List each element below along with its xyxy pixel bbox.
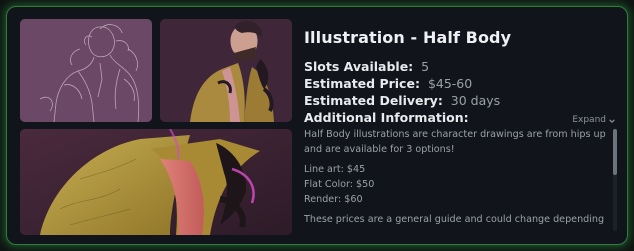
additional-info-header: Additional Information: Expand bbox=[304, 109, 618, 126]
additional-info-label: Additional Information: bbox=[304, 110, 469, 125]
scrollbar-thumb[interactable] bbox=[613, 129, 617, 175]
price-list: Line art: $45 Flat Color: $50 Render: $6… bbox=[304, 162, 606, 207]
slots-label: Slots Available: bbox=[304, 59, 414, 74]
description-intro: Half Body illustrations are character dr… bbox=[304, 129, 606, 155]
scrollbar[interactable] bbox=[613, 129, 617, 231]
slots-row: Slots Available: 5 bbox=[304, 58, 618, 75]
artwork-thumbnail-flat-color[interactable] bbox=[160, 19, 292, 122]
artwork-thumbnail-lineart[interactable] bbox=[20, 19, 152, 122]
commission-title: Illustration - Half Body bbox=[304, 28, 512, 47]
price-row: Estimated Price: $45-60 bbox=[304, 75, 618, 92]
commission-info: Illustration - Half Body Slots Available… bbox=[304, 27, 618, 126]
delivery-value: 30 days bbox=[450, 93, 501, 108]
delivery-label: Estimated Delivery: bbox=[304, 93, 443, 108]
price-value: $45-60 bbox=[427, 76, 473, 91]
render-image bbox=[20, 129, 292, 235]
commission-details: Slots Available: 5 Estimated Price: $45-… bbox=[304, 58, 618, 126]
lineart-image bbox=[20, 19, 152, 122]
commission-card: Illustration - Half Body Slots Available… bbox=[6, 6, 628, 245]
price-flat-color: Flat Color: $50 bbox=[304, 179, 375, 190]
additional-info-text: Half Body illustrations are character dr… bbox=[304, 127, 606, 227]
price-lineart: Line art: $45 bbox=[304, 164, 366, 175]
artwork-thumbnail-render[interactable] bbox=[20, 129, 292, 235]
additional-info-box[interactable]: Half Body illustrations are character dr… bbox=[304, 127, 618, 235]
price-label: Estimated Price: bbox=[304, 76, 420, 91]
price-render: Render: $60 bbox=[304, 194, 363, 205]
delivery-row: Estimated Delivery: 30 days bbox=[304, 92, 618, 109]
flat-color-image bbox=[160, 19, 292, 122]
description-note: These prices are a general guide and cou… bbox=[304, 214, 605, 225]
slots-value: 5 bbox=[421, 59, 430, 74]
chevron-down-icon bbox=[609, 118, 615, 123]
